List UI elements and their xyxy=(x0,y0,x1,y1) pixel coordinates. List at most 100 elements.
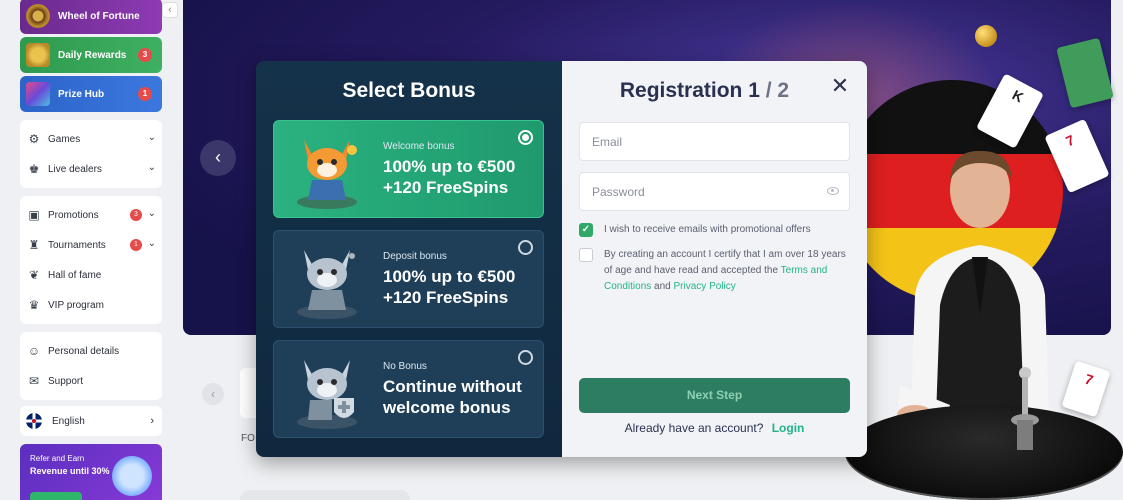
sidebar-item-label: Support xyxy=(48,375,84,387)
sidebar-item-games[interactable]: ⚙ Games ⌄ xyxy=(20,124,162,154)
login-link[interactable]: Login xyxy=(772,421,805,435)
sidebar-item-label: VIP program xyxy=(48,299,104,311)
registration-modal: Select Bonus Welcome bonus 100% up to €5 xyxy=(256,61,867,457)
bonus-offer-line1: Continue without xyxy=(383,376,522,396)
email-field-wrapper xyxy=(579,122,850,161)
bonus-option-none[interactable]: No Bonus Continue without welcome bonus xyxy=(273,340,544,438)
menu-main: ⚙ Games ⌄ ♚ Live dealers ⌄ xyxy=(20,120,162,188)
registration-title: Registration 1 / 2 xyxy=(579,79,850,103)
notification-badge: 3 xyxy=(130,209,142,221)
close-icon[interactable]: ✕ xyxy=(829,75,851,97)
language-selector[interactable]: English › xyxy=(20,406,162,436)
bonus-offer-line1: 100% up to €500 xyxy=(383,156,516,176)
roulette-wheel xyxy=(845,405,1123,500)
bonus-text: Welcome bonus 100% up to €500 +120 FreeS… xyxy=(379,141,515,198)
language-label: English xyxy=(52,415,85,427)
bonus-offer-line1: 100% up to €500 xyxy=(383,266,516,286)
sidebar-item-label: Live dealers xyxy=(48,163,102,175)
password-field-wrapper xyxy=(579,172,850,211)
bonus-kind: Deposit bonus xyxy=(383,250,447,262)
bonus-panel-title: Select Bonus xyxy=(342,79,476,102)
refer-and-earn-card: Refer and Earn Revenue until 30% Details xyxy=(20,444,162,500)
fox-shield-icon xyxy=(274,341,379,437)
fox-mascot-icon xyxy=(274,231,379,327)
sidebar-item-label: Tournaments xyxy=(48,239,106,251)
bonus-radio[interactable] xyxy=(518,240,533,255)
coins-icon xyxy=(26,43,50,67)
sidebar-item-label: Promotions xyxy=(48,209,99,221)
step-current: 1 xyxy=(748,79,760,102)
bonus-radio[interactable] xyxy=(518,350,533,365)
sidebar-item-live-dealers[interactable]: ♚ Live dealers ⌄ xyxy=(20,154,162,184)
crown-icon: ♛ xyxy=(28,298,40,312)
sidebar-item-personal-details[interactable]: ☺ Personal details xyxy=(20,336,162,366)
registration-title-text: Registration xyxy=(619,79,743,102)
menu-account: ☺ Personal details ✉ Support xyxy=(20,332,162,400)
bonus-text: Deposit bonus 100% up to €500 +120 FreeS… xyxy=(379,251,515,308)
sidebar-collapse-button[interactable]: ‹ xyxy=(162,2,178,18)
chevron-down-icon: ⌄ xyxy=(147,208,156,219)
menu-secondary: ▣ Promotions 3 ⌄ ♜ Tournaments 1 ⌄ ❦ Hal… xyxy=(20,196,162,324)
chevron-down-icon: ⌄ xyxy=(147,162,156,173)
refer-details-button[interactable]: Details xyxy=(30,492,82,500)
carousel-prev-button[interactable]: ‹ xyxy=(202,383,224,405)
bonus-text: No Bonus Continue without welcome bonus xyxy=(379,361,522,418)
login-row: Already have an account? Login xyxy=(562,421,867,435)
bonus-option-welcome[interactable]: Welcome bonus 100% up to €500 +120 FreeS… xyxy=(273,120,544,218)
category-label: FO xyxy=(241,433,255,444)
bonus-radio[interactable] xyxy=(518,130,533,145)
bottom-pill xyxy=(240,490,410,500)
chevron-down-icon: ⌄ xyxy=(147,238,156,249)
bonus-kind: Welcome bonus xyxy=(383,140,455,152)
gift-icon: ▣ xyxy=(28,208,40,222)
bonus-offer-line2: +120 FreeSpins xyxy=(383,287,509,307)
promo-consent-row: ✓ I wish to receive emails with promotio… xyxy=(579,222,850,238)
daily-rewards-tile[interactable]: Daily Rewards 3 xyxy=(20,37,162,73)
wheel-icon xyxy=(26,4,50,28)
promo-consent-label: I wish to receive emails with promotiona… xyxy=(604,224,811,235)
bonus-option-deposit[interactable]: Deposit bonus 100% up to €500 +120 FreeS… xyxy=(273,230,544,328)
chat-icon: ✉ xyxy=(28,374,40,388)
user-icon: ☺ xyxy=(27,344,41,358)
bonus-kind: No Bonus xyxy=(383,360,427,372)
chevron-down-icon: ⌄ xyxy=(147,132,156,143)
password-field[interactable] xyxy=(580,173,849,210)
sidebar-item-promotions[interactable]: ▣ Promotions 3 ⌄ xyxy=(20,200,162,230)
terms-and: and xyxy=(654,281,671,292)
email-field[interactable] xyxy=(580,123,849,160)
registration-panel: Registration 1 / 2 ✕ ✓ I wish to receive… xyxy=(562,61,867,457)
promo-consent-checkbox[interactable]: ✓ xyxy=(579,223,593,237)
wheel-of-fortune-tile[interactable]: Wheel of Fortune xyxy=(20,0,162,34)
step-total: / 2 xyxy=(765,79,790,102)
sidebar-item-label: Personal details xyxy=(48,345,120,357)
live-dealers-icon: ♚ xyxy=(28,162,40,176)
tile-label: Daily Rewards xyxy=(58,49,127,61)
next-step-button[interactable]: Next Step xyxy=(579,378,850,413)
coin-icon xyxy=(975,25,997,47)
sidebar-item-tournaments[interactable]: ♜ Tournaments 1 ⌄ xyxy=(20,230,162,260)
tile-label: Prize Hub xyxy=(58,88,105,100)
terms-consent-row: By creating an account I certify that I … xyxy=(579,247,850,295)
sidebar-item-hall-of-fame[interactable]: ❦ Hall of fame xyxy=(20,260,162,290)
fox-mascot-icon xyxy=(274,121,379,217)
dealer-illustration xyxy=(897,150,1050,445)
notification-badge: 1 xyxy=(130,239,142,251)
terms-consent-checkbox[interactable] xyxy=(579,248,593,262)
eye-icon[interactable] xyxy=(827,187,839,195)
privacy-link[interactable]: Privacy Policy xyxy=(674,281,736,292)
gift-box-icon xyxy=(26,82,50,106)
hero-prev-button[interactable]: ‹ xyxy=(200,140,236,176)
bonus-offer-line2: welcome bonus xyxy=(383,397,511,417)
sidebar-item-vip-program[interactable]: ♛ VIP program xyxy=(20,290,162,320)
have-account-text: Already have an account? xyxy=(624,421,764,435)
bonus-offer-line2: +120 FreeSpins xyxy=(383,177,509,197)
sidebar-item-label: Games xyxy=(48,133,81,145)
notification-badge: 3 xyxy=(138,48,152,62)
chevron-right-icon: › xyxy=(150,415,154,427)
prize-hub-tile[interactable]: Prize Hub 1 xyxy=(20,76,162,112)
games-icon: ⚙ xyxy=(28,132,40,146)
uk-flag-icon xyxy=(26,413,42,429)
terms-consent-text: By creating an account I certify that I … xyxy=(604,247,850,295)
sidebar-item-support[interactable]: ✉ Support xyxy=(20,366,162,396)
notification-badge: 1 xyxy=(138,87,152,101)
